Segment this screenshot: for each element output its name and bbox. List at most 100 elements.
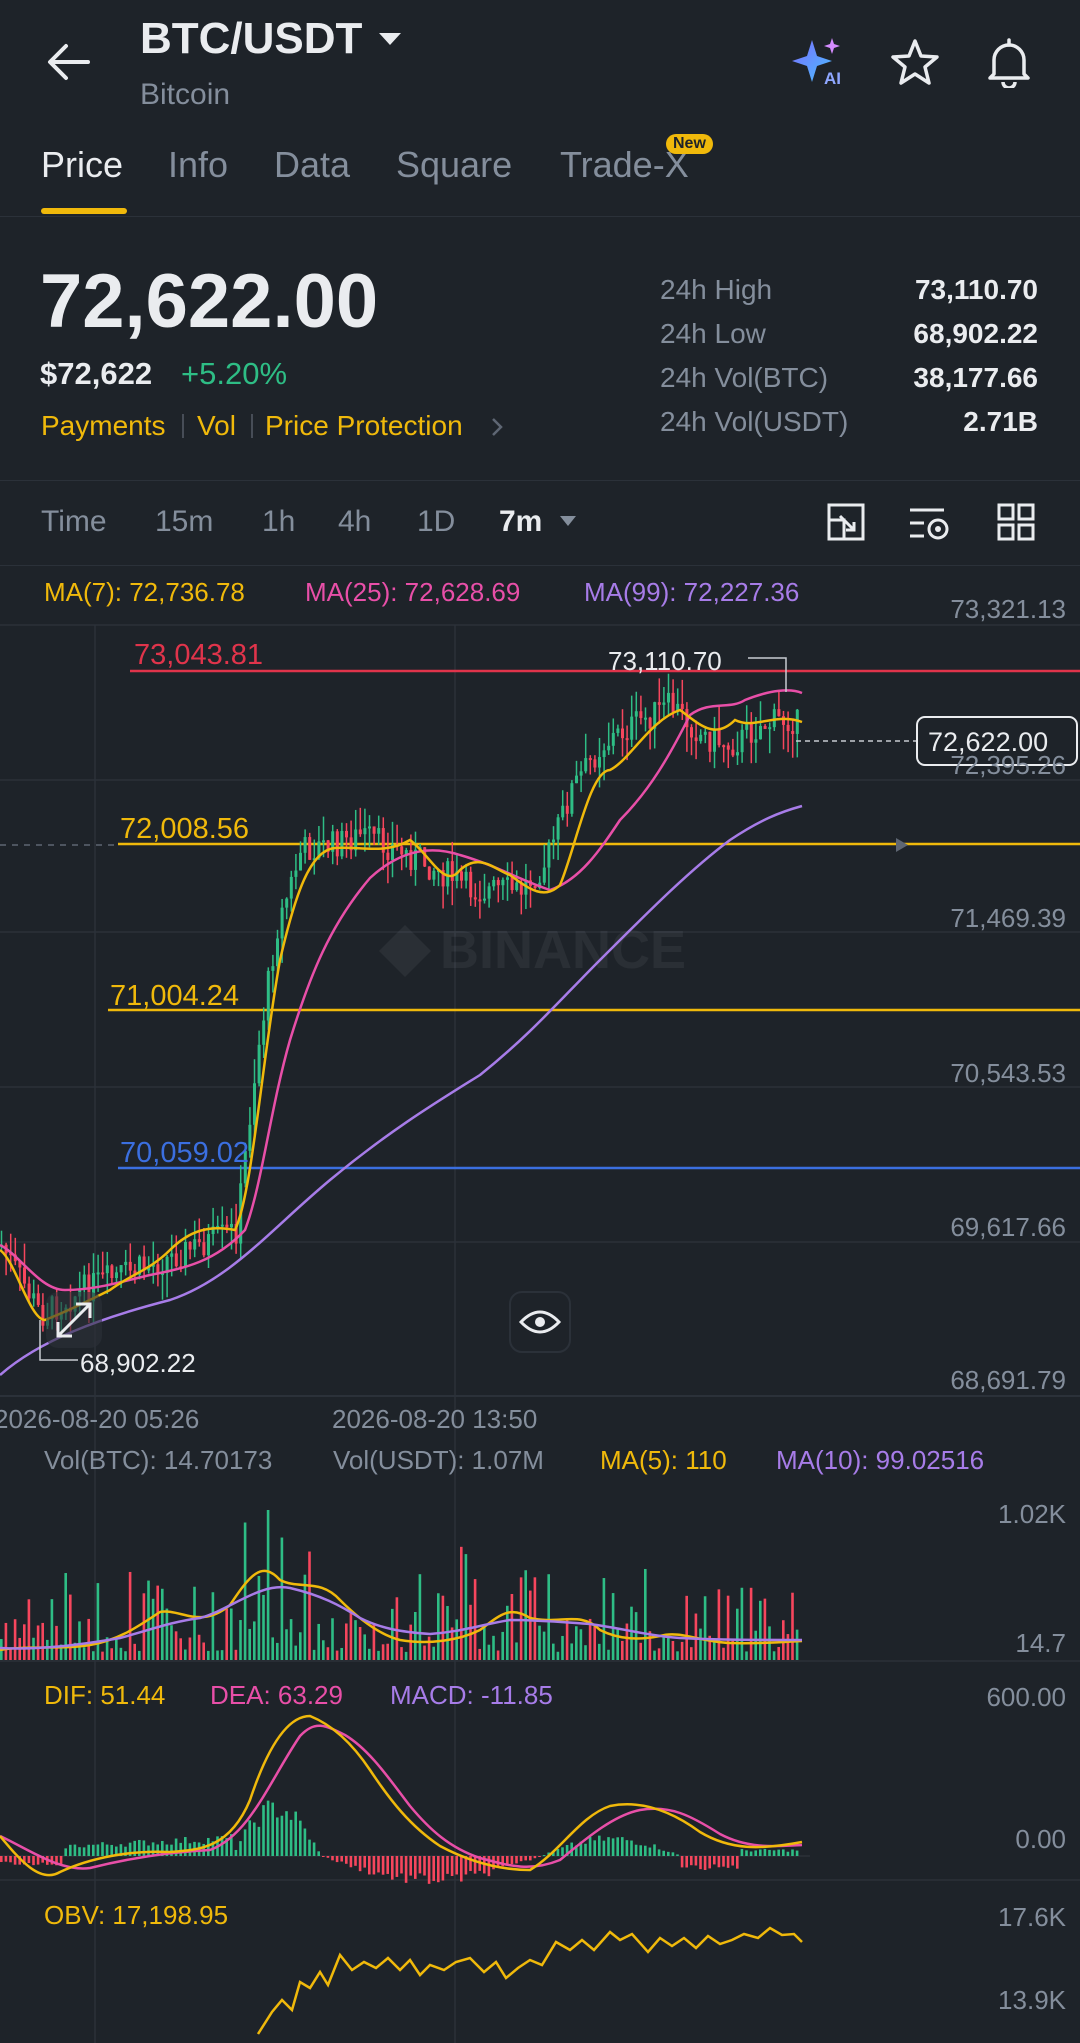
tab-info[interactable]: Info [168, 144, 228, 186]
divider [0, 216, 1080, 217]
timeframe-1h[interactable]: 1h [262, 505, 295, 539]
candle-body [772, 709, 776, 728]
volume-bar [671, 1641, 675, 1660]
favorite-button[interactable] [890, 38, 940, 86]
volume-bar [312, 1649, 316, 1660]
pair-selector[interactable]: BTC/USDT [140, 14, 403, 70]
tab-price[interactable]: Price [41, 144, 123, 186]
volume-bar [680, 1641, 684, 1660]
candle-body [515, 882, 519, 891]
volume-bar [667, 1636, 670, 1660]
volume-bar [391, 1608, 394, 1660]
candle-body [446, 861, 450, 887]
volume-bar [754, 1630, 757, 1660]
macd-bar [542, 1855, 546, 1857]
chart-fullscreen-icon[interactable] [826, 502, 866, 542]
macd-bar [473, 1856, 477, 1874]
macd-bar [657, 1849, 661, 1856]
candle-body [602, 750, 606, 758]
macd-bar [372, 1856, 376, 1875]
macd-dea-legend: DEA: 63.29 [210, 1680, 343, 1710]
price-chart[interactable]: BINANCE 73,110.70 68,902.22 72,622.00 73… [0, 566, 1080, 2043]
volume-bar [561, 1635, 564, 1660]
candle-body [791, 731, 795, 734]
macd-bar [625, 1840, 629, 1856]
timeframe-1d[interactable]: 1D [417, 505, 455, 539]
price-protection-link[interactable]: Price Protection [265, 410, 463, 442]
macd-bar [69, 1844, 72, 1856]
candle-body [690, 727, 693, 738]
macd-bar [386, 1856, 389, 1874]
macd-bar [418, 1856, 422, 1874]
candle-body [82, 1274, 86, 1289]
watermark-text: BINANCE [440, 920, 686, 980]
payments-link[interactable]: Payments [41, 410, 166, 442]
volume-bar [556, 1651, 560, 1660]
macd-bar [409, 1856, 412, 1876]
vol-link[interactable]: Vol [197, 410, 236, 442]
macd-bar [529, 1856, 532, 1861]
macd-bar [395, 1856, 399, 1877]
volume-bar [124, 1651, 127, 1660]
ma99-line [0, 804, 803, 1376]
tab-square[interactable]: Square [396, 144, 512, 186]
volume-bar [644, 1568, 647, 1660]
timeframe-selected[interactable]: 7m [499, 505, 577, 539]
macd-bar [308, 1839, 311, 1856]
volume-bar [358, 1627, 362, 1660]
back-button[interactable] [44, 40, 92, 84]
candle-body [220, 1224, 224, 1227]
macd-bar [142, 1840, 146, 1856]
candle-body [225, 1224, 229, 1228]
volume-bar [749, 1587, 753, 1660]
macd-bar [795, 1850, 799, 1856]
candle-body [184, 1242, 187, 1268]
candle-body [358, 829, 362, 835]
candle-body [188, 1242, 192, 1250]
volume-bar [82, 1647, 86, 1660]
timeframe-4h[interactable]: 4h [338, 505, 371, 539]
volume-bar [230, 1608, 233, 1660]
volume-bar [570, 1643, 573, 1660]
candle-body [478, 899, 482, 902]
candle-body [611, 732, 615, 746]
volume-bar [308, 1551, 311, 1660]
candle-body [496, 879, 500, 886]
volume-bar [515, 1642, 518, 1660]
macd-bar [184, 1837, 187, 1856]
volume-bar [575, 1626, 578, 1660]
volume-bar [184, 1649, 187, 1660]
active-tab-indicator [41, 208, 127, 214]
layout-grid-icon[interactable] [996, 502, 1036, 542]
volume-bar [289, 1619, 293, 1660]
candle-body [285, 898, 289, 908]
alert-button[interactable] [984, 36, 1034, 88]
macd-bar [791, 1849, 794, 1856]
indicator-settings-icon[interactable] [908, 504, 952, 542]
volume-bar [69, 1594, 72, 1660]
timeframe-time[interactable]: Time [41, 505, 107, 539]
ai-button[interactable]: AI [792, 36, 848, 88]
candle-body [427, 866, 431, 880]
last-price: 72,622.00 [40, 259, 379, 344]
macd-bar [87, 1844, 90, 1856]
volume-bar [736, 1608, 739, 1660]
stat-label: 24h Vol(BTC) [660, 362, 829, 393]
volume-bar [248, 1628, 251, 1660]
timeframe-15m[interactable]: 15m [155, 505, 213, 539]
volume-bar [377, 1650, 380, 1660]
tab-data[interactable]: Data [274, 144, 350, 186]
candle-body [473, 897, 477, 900]
candle-body [598, 757, 601, 768]
new-badge: New [666, 134, 713, 154]
candle-body [174, 1253, 178, 1267]
volume-bar [55, 1625, 58, 1660]
volume-bar [722, 1647, 725, 1660]
volume-bar [607, 1649, 610, 1660]
macd-bar [266, 1800, 270, 1856]
price-line-label-yellow-2: 71,004.24 [110, 980, 239, 1012]
volume-bar [579, 1629, 583, 1660]
volume-bar [170, 1625, 173, 1660]
candle-body [759, 725, 762, 740]
candle-body [124, 1261, 128, 1266]
